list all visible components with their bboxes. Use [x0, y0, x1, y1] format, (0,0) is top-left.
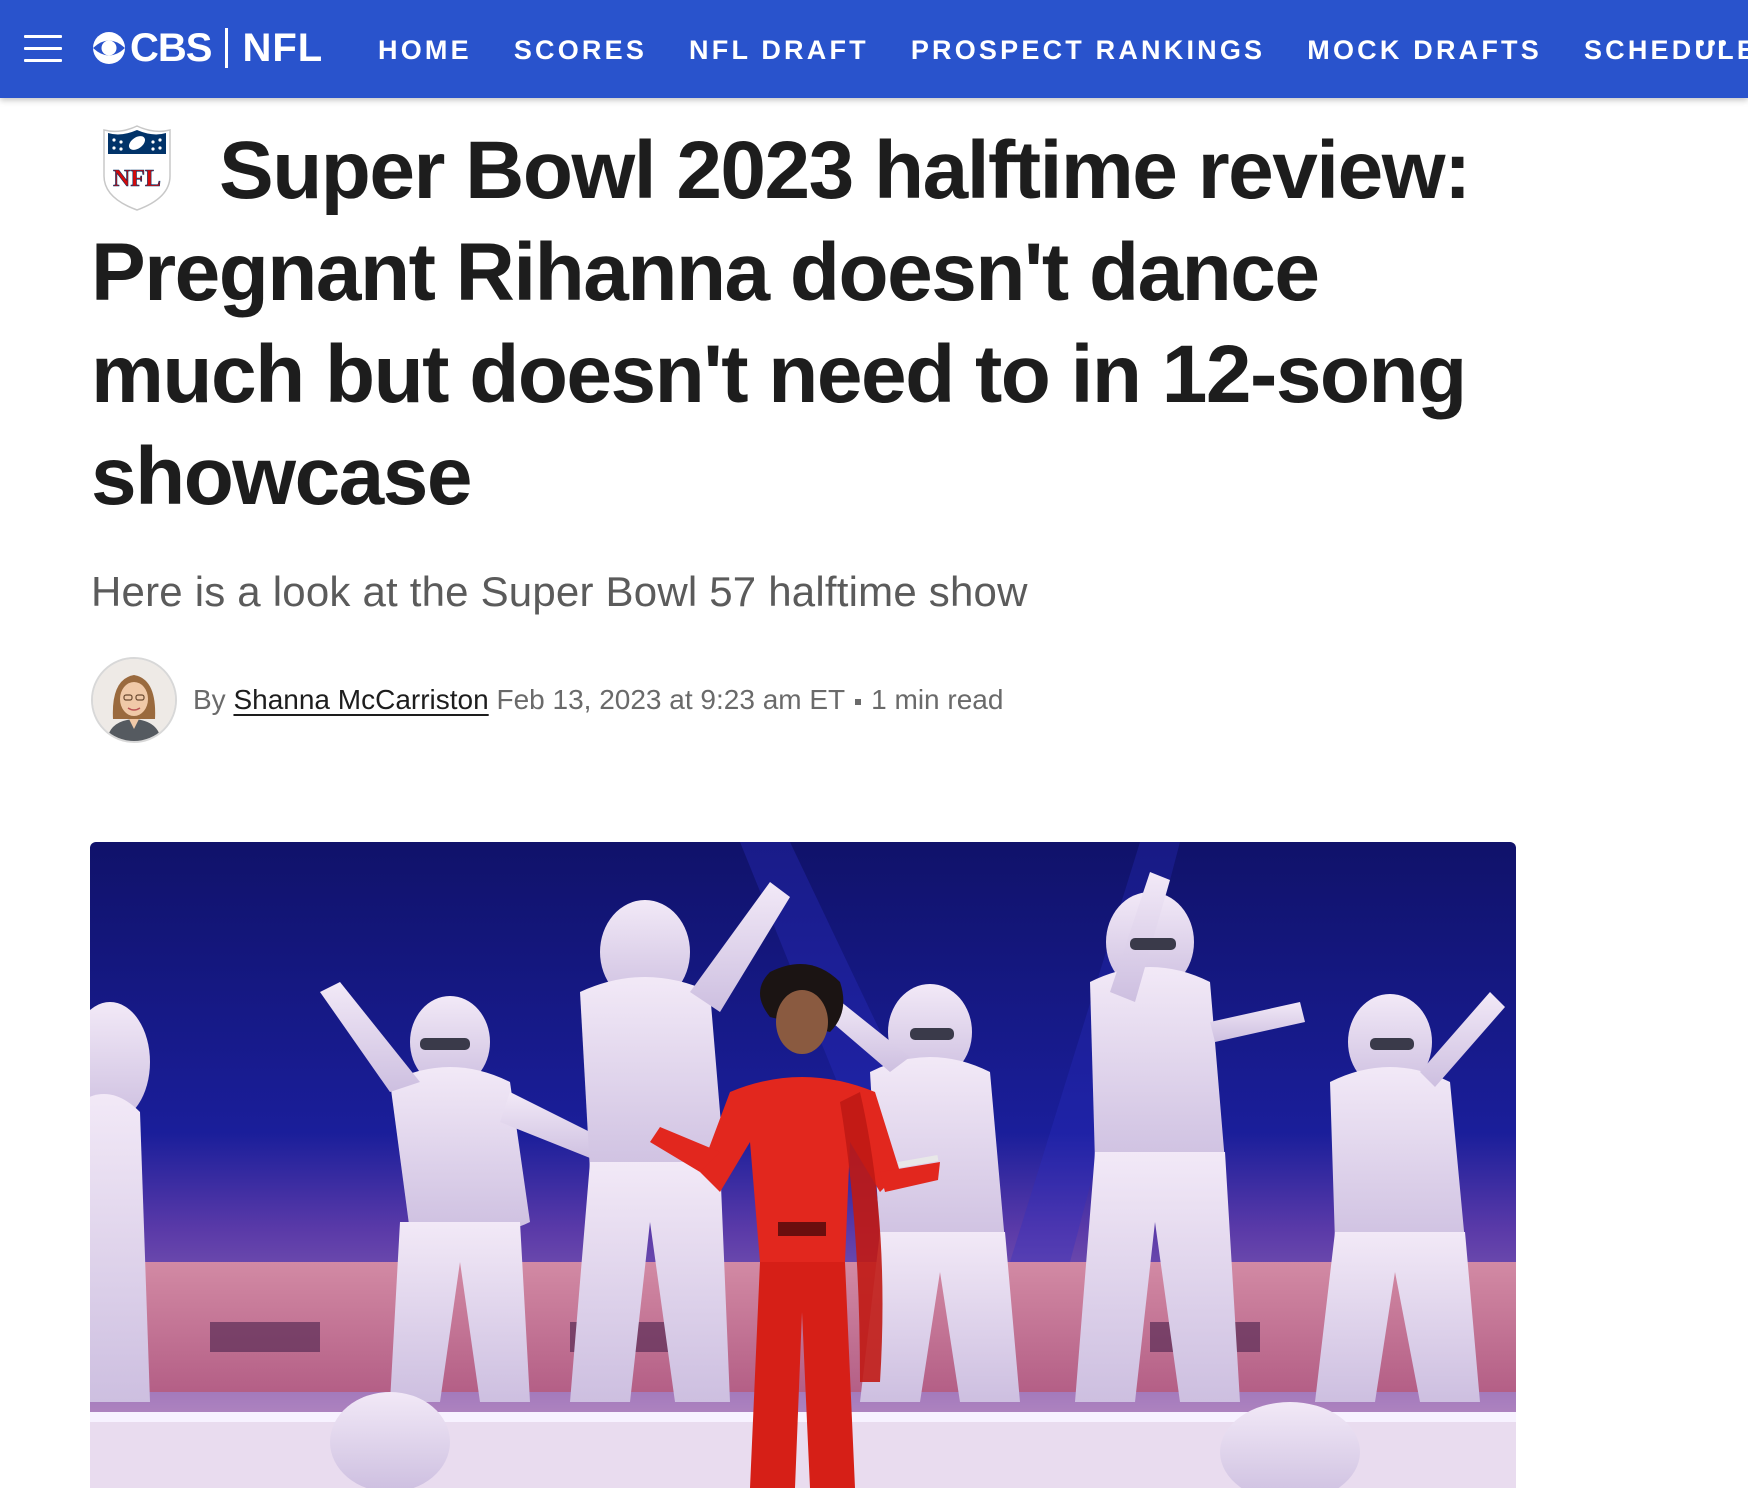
article-subheadline: Here is a look at the Super Bowl 57 half… [91, 568, 1028, 615]
publish-date: Feb 13, 2023 at 9:23 am ET [496, 684, 846, 715]
primary-nav-links: HOME SCORES NFL DRAFT PROSPECT RANKINGS … [378, 30, 1748, 70]
top-navigation-bar: CBS NFL HOME SCORES NFL DRAFT PROSPECT R… [0, 0, 1748, 98]
cbs-eye-icon [93, 32, 125, 64]
author-name-link[interactable]: Shanna McCarriston [233, 684, 488, 715]
cbs-nfl-logo-link[interactable]: CBS NFL [92, 22, 323, 74]
nav-link-home[interactable]: HOME [378, 35, 472, 66]
hamburger-menu-icon[interactable] [24, 35, 62, 63]
read-time: 1 min read [871, 684, 1004, 715]
nav-link-mock-drafts[interactable]: MOCK DRAFTS [1307, 35, 1542, 66]
article-byline: By Shanna McCarriston Feb 13, 2023 at 9:… [91, 657, 1003, 743]
byline-prefix: By [193, 684, 226, 715]
article-headline: Super Bowl 2023 halftime review: Pregnan… [91, 125, 1471, 522]
hero-image[interactable] [90, 842, 1516, 1488]
nav-link-prospect-rankings[interactable]: PROSPECT RANKINGS [911, 35, 1265, 66]
brand-nfl-text: NFL [242, 25, 324, 70]
byline-separator [855, 698, 862, 705]
brand-cbs-text: CBS [130, 25, 212, 70]
more-dots-icon[interactable] [1698, 40, 1726, 46]
brand-divider [225, 28, 229, 68]
author-avatar[interactable] [91, 657, 177, 743]
nav-link-scores[interactable]: SCORES [514, 35, 647, 66]
byline-text: By Shanna McCarriston Feb 13, 2023 at 9:… [193, 684, 1003, 716]
nav-link-nfl-draft[interactable]: NFL DRAFT [689, 35, 869, 66]
